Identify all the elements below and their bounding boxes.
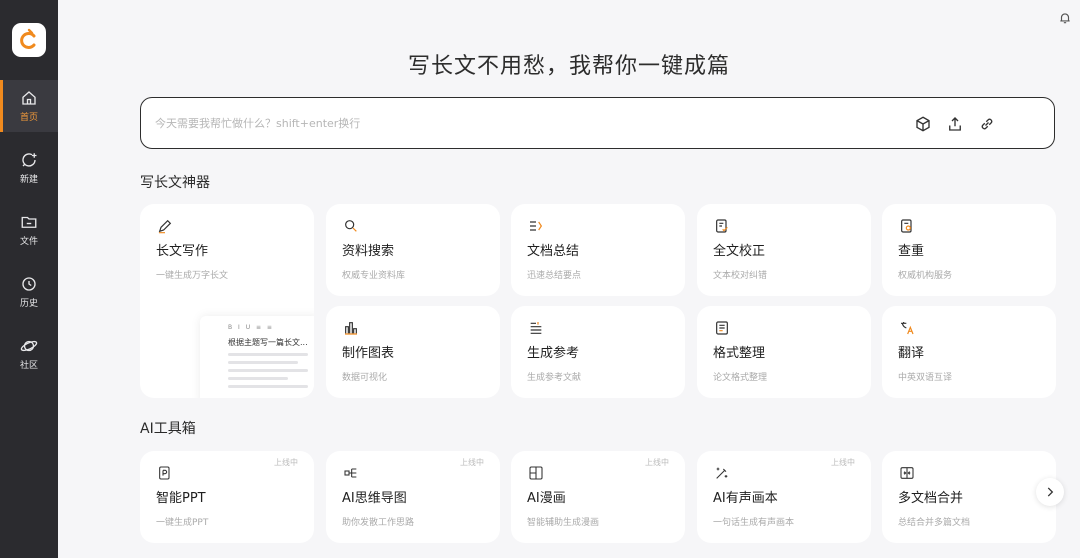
comic-panels-icon: [528, 465, 544, 481]
link-icon[interactable]: [978, 115, 996, 133]
folder-icon: [21, 216, 37, 228]
sidebar: 首页 新建 文件 历史 社区: [0, 0, 58, 558]
search-actions: [914, 115, 996, 133]
ai-tool-card-ppt[interactable]: 上线中 智能PPT 一键生成PPT: [140, 451, 314, 543]
sidebar-item-label: 新建: [19, 175, 38, 185]
card-desc: 数据可视化: [342, 373, 388, 383]
carousel-next-button[interactable]: [1036, 478, 1064, 506]
merge-documents-icon: [899, 465, 915, 481]
app-logo[interactable]: [12, 23, 46, 57]
card-title: 查重: [898, 244, 925, 259]
search-input[interactable]: [155, 112, 835, 134]
sidebar-item-label: 社区: [19, 361, 38, 371]
card-title: AI有声画本: [713, 491, 778, 506]
mindmap-icon: [343, 465, 359, 481]
card-title: AI漫画: [527, 491, 566, 506]
sidebar-item-label: 历史: [19, 299, 38, 309]
section-title-ai-tools: AI工具箱: [140, 421, 196, 437]
card-desc: 论文格式整理: [713, 373, 768, 383]
sidebar-item-community[interactable]: 社区: [0, 328, 58, 380]
document-check-icon: [714, 218, 730, 234]
references-icon: [528, 320, 544, 336]
translate-icon: [899, 320, 915, 336]
card-title: 生成参考: [527, 346, 580, 361]
status-badge: 上线中: [274, 458, 298, 467]
section-title-writing: 写长文神器: [140, 175, 210, 191]
tool-card-search[interactable]: 资料搜索 权威专业资料库: [326, 204, 500, 296]
card-desc: 生成参考文献: [527, 373, 582, 383]
search-box[interactable]: [140, 97, 1055, 149]
preview-title: 根据主题写一篇长文...: [228, 338, 308, 347]
ai-tool-card-merge-docs[interactable]: 多文档合并 总结合并多篇文档: [882, 451, 1056, 543]
tool-card-plagiarism[interactable]: 查重 权威机构服务: [882, 204, 1056, 296]
card-title: 智能PPT: [156, 491, 206, 506]
card-desc: 中英双语互译: [898, 373, 953, 383]
tool-card-translate[interactable]: 翻译 中英双语互译: [882, 306, 1056, 398]
card-title: AI思维导图: [342, 491, 407, 506]
tool-card-summary[interactable]: 文档总结 迅速总结要点: [511, 204, 685, 296]
ai-tool-card-comic[interactable]: 上线中 AI漫画 智能辅助生成漫画: [511, 451, 685, 543]
card-title: 长文写作: [156, 244, 209, 259]
bar-chart-icon: [343, 320, 359, 336]
card-desc: 迅速总结要点: [527, 271, 582, 281]
status-badge: 上线中: [645, 458, 669, 467]
ppt-icon: [157, 465, 173, 481]
card-title: 全文校正: [713, 244, 766, 259]
chevron-right-icon: [1047, 487, 1054, 497]
magic-wand-icon: [714, 465, 730, 481]
search-icon: [343, 218, 359, 234]
sidebar-item-home[interactable]: 首页: [0, 80, 58, 132]
card-desc: 权威专业资料库: [342, 271, 406, 281]
home-icon: [22, 91, 36, 105]
notification-bell-icon[interactable]: [1058, 10, 1072, 24]
format-document-icon: [714, 320, 730, 336]
card-desc: 智能辅助生成漫画: [527, 518, 600, 528]
document-search-icon: [899, 218, 915, 234]
sidebar-item-label: 首页: [19, 113, 38, 123]
card-title: 格式整理: [713, 346, 766, 361]
preview-toolbar: B I U ≡ ≡: [228, 324, 274, 331]
tool-card-references[interactable]: 生成参考 生成参考文献: [511, 306, 685, 398]
card-title: 多文档合并: [898, 491, 964, 506]
pencil-icon: [157, 218, 173, 234]
ai-tool-card-audiobook[interactable]: 上线中 AI有声画本 一句话生成有声画本: [697, 451, 871, 543]
tool-card-proofread[interactable]: 全文校正 文本校对纠错: [697, 204, 871, 296]
card-desc: 权威机构服务: [898, 271, 953, 281]
card-desc: 一键生成万字长文: [156, 271, 229, 281]
card-desc: 助你发散工作思路: [342, 518, 415, 528]
cube-icon[interactable]: [914, 115, 932, 133]
card-desc: 一句话生成有声画本: [713, 518, 795, 528]
upload-icon[interactable]: [946, 115, 964, 133]
status-badge: 上线中: [831, 458, 855, 467]
main-content: 写长文不用愁，我帮你一键成篇 写长文神器 长文写作 一键生成万字长文 B I U…: [58, 0, 1080, 558]
sidebar-item-new[interactable]: 新建: [0, 142, 58, 194]
planet-icon: [20, 340, 38, 352]
sidebar-item-label: 文件: [19, 237, 38, 247]
tool-card-long-writing[interactable]: 长文写作 一键生成万字长文 B I U ≡ ≡ 根据主题写一篇长文...: [140, 204, 314, 398]
card-title: 制作图表: [342, 346, 395, 361]
card-desc: 一键生成PPT: [156, 518, 209, 528]
status-badge: 上线中: [460, 458, 484, 467]
new-chat-icon: [22, 153, 37, 167]
logo-icon: [20, 28, 36, 49]
card-title: 资料搜索: [342, 244, 395, 259]
ai-tool-card-mindmap[interactable]: 上线中 AI思维导图 助你发散工作思路: [326, 451, 500, 543]
card-desc: 总结合并多篇文档: [898, 518, 971, 528]
clock-icon: [22, 277, 36, 291]
page-headline: 写长文不用愁，我帮你一键成篇: [407, 54, 730, 79]
writing-preview: B I U ≡ ≡ 根据主题写一篇长文...: [200, 316, 314, 398]
sidebar-item-history[interactable]: 历史: [0, 266, 58, 318]
sidebar-item-files[interactable]: 文件: [0, 204, 58, 256]
tool-card-format[interactable]: 格式整理 论文格式整理: [697, 306, 871, 398]
tool-card-chart[interactable]: 制作图表 数据可视化: [326, 306, 500, 398]
card-desc: 文本校对纠错: [713, 271, 768, 281]
card-title: 翻译: [898, 346, 925, 361]
card-title: 文档总结: [527, 244, 580, 259]
list-summary-icon: [528, 218, 544, 234]
